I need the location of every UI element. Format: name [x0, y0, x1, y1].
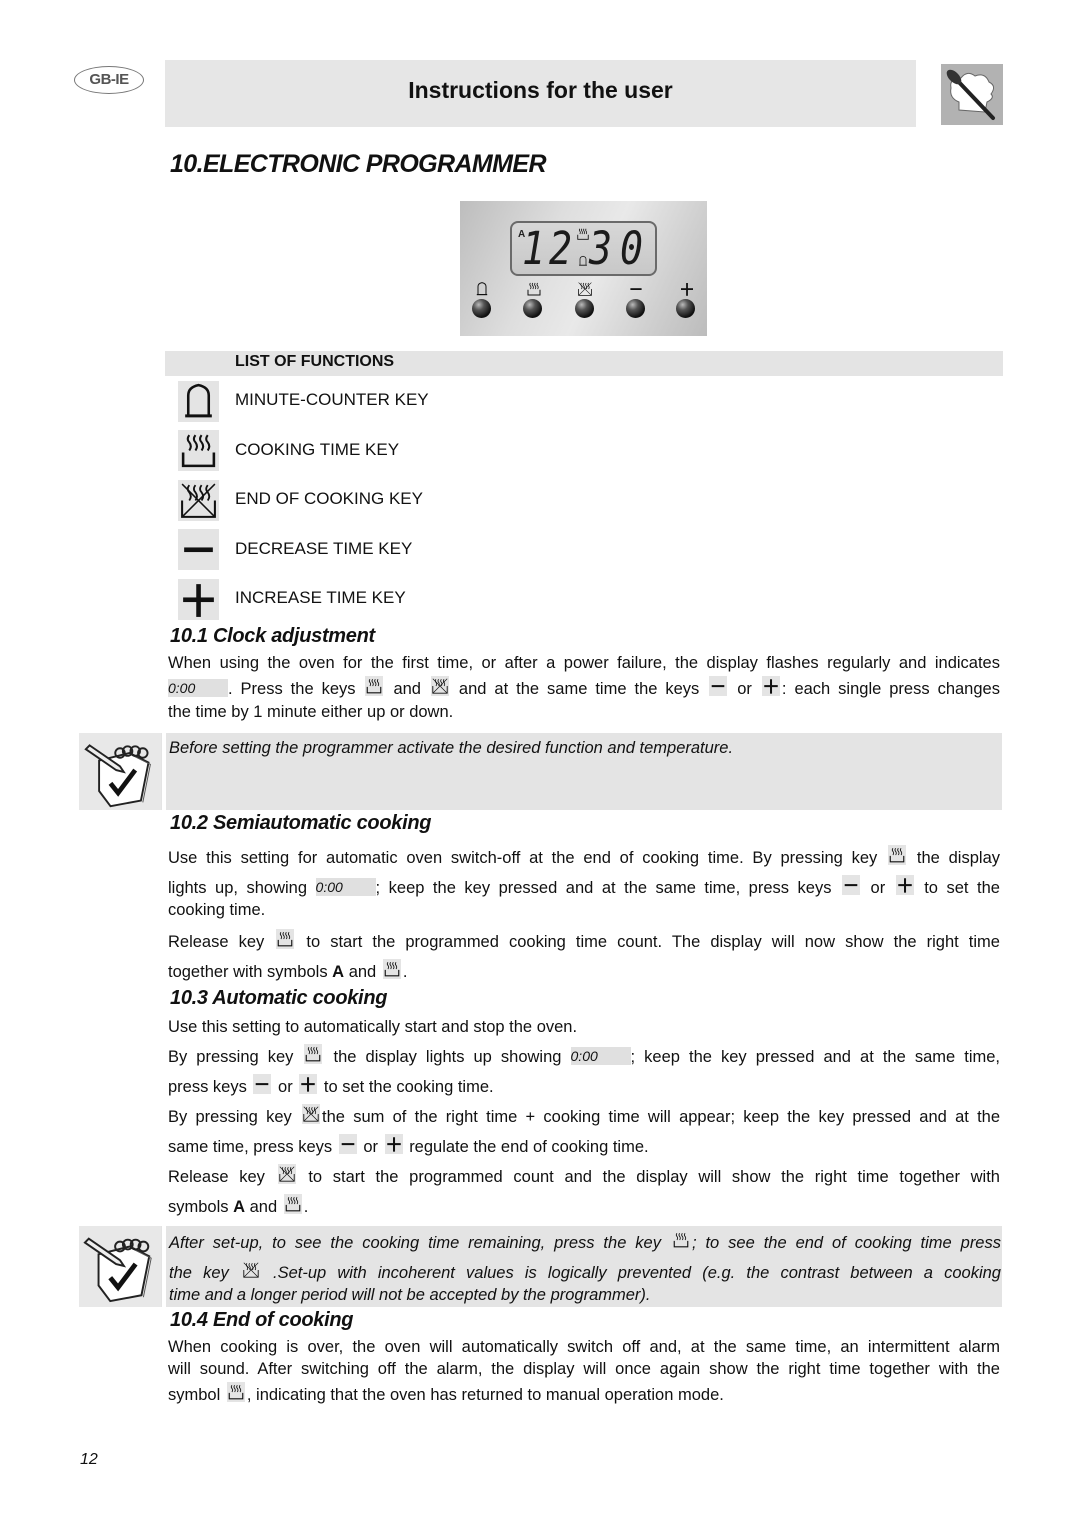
text-line: When using the oven for the first time, … — [168, 654, 1000, 672]
functions-header: LIST OF FUNCTIONS — [165, 351, 1003, 376]
cooking-time-icon — [276, 929, 295, 949]
text-line: symbol , indicating that the oven has re… — [168, 1380, 1000, 1410]
cooking-time-icon — [888, 845, 907, 865]
section-heading-clock-adjustment: 10.1 Clock adjustment — [170, 625, 375, 647]
cooking-time-knob[interactable] — [523, 299, 542, 318]
display-zero-chip: 0:00 — [168, 679, 228, 697]
minute-counter-knob[interactable] — [472, 299, 491, 318]
section-heading-semiautomatic-cooking: 10.2 Semiautomatic cooking — [170, 812, 432, 834]
text-line: By pressing key the sum of the right tim… — [168, 1102, 1000, 1132]
bell-icon — [178, 381, 219, 422]
note-box: Before setting the programmer activate t… — [79, 733, 1002, 810]
automatic-cooking-text: Use this setting to automatically start … — [168, 1012, 1000, 1222]
page-title: 10.ELECTRONIC PROGRAMMER — [170, 150, 547, 178]
lcd-digit: 1 — [522, 222, 546, 275]
lcd-bell-icon — [577, 254, 589, 268]
cooking-time-icon — [382, 959, 401, 979]
lcd-cooking-time-icon — [576, 227, 590, 241]
minus-icon — [178, 529, 219, 570]
display-zero-chip: 0:00 — [315, 878, 376, 896]
text-line: Release key to start the programmed coun… — [168, 1162, 1000, 1192]
cooking-time-icon — [671, 1230, 690, 1250]
lcd-digit: 2 — [549, 222, 573, 275]
lcd-digit: 3 — [589, 222, 613, 275]
programmer-panel-image: A 1 2 3 0 — [460, 201, 707, 336]
plus-icon — [178, 579, 219, 620]
display-zero-chip: 0:00 — [570, 1047, 631, 1065]
text-line: By pressing key the display lights up sh… — [168, 1042, 1000, 1072]
language-badge: GB-IE — [74, 66, 144, 94]
text-line: Release key to start the programmed cook… — [168, 927, 1000, 957]
minus-icon — [338, 1134, 357, 1154]
notepad-icon — [79, 733, 161, 810]
text-line: same time, press keys or regulate the en… — [168, 1132, 1000, 1162]
bell-icon — [472, 281, 492, 297]
plus-icon — [677, 281, 697, 297]
minus-icon — [253, 1074, 272, 1094]
semiautomatic-cooking-text: Use this setting for automatic oven swit… — [168, 843, 1000, 987]
chef-hat-spoon-icon — [941, 64, 1003, 125]
minus-icon — [842, 875, 860, 895]
end-of-cooking-icon — [241, 1260, 260, 1280]
increase-knob[interactable] — [676, 299, 695, 318]
section-heading-automatic-cooking: 10.3 Automatic cooking — [170, 987, 388, 1009]
cooking-time-icon — [304, 1044, 323, 1064]
function-label: MINUTE-COUNTER KEY — [235, 390, 429, 409]
function-label: END OF COOKING KEY — [235, 489, 423, 508]
end-of-cooking-icon — [178, 480, 219, 521]
text-line: symbols A and . — [168, 1192, 1000, 1222]
page-number: 12 — [80, 1451, 98, 1468]
functions-header-label: LIST OF FUNCTIONS — [235, 353, 395, 370]
text-line: lights up, showing 0:00; keep the key pr… — [168, 873, 1000, 899]
text-line: the time by 1 minute either up or down. — [168, 703, 454, 721]
page-header: Instructions for the user — [165, 60, 916, 127]
note-box: After set-up, to see the cooking time re… — [79, 1226, 1002, 1307]
plus-icon — [761, 676, 780, 696]
text-line: together with symbols A and . — [168, 957, 1000, 987]
text-line: cooking time. — [168, 901, 266, 919]
minus-icon — [709, 676, 728, 696]
plus-icon — [299, 1074, 318, 1094]
cooking-time-icon — [283, 1194, 302, 1214]
lcd-display: A 1 2 3 0 — [510, 221, 657, 276]
text-line: Use this setting for automatic oven swit… — [168, 843, 1000, 873]
note-text: Before setting the programmer activate t… — [169, 739, 734, 757]
decrease-knob[interactable] — [626, 299, 645, 318]
function-label: COOKING TIME KEY — [235, 440, 400, 459]
key-row — [460, 279, 707, 329]
cooking-time-icon — [226, 1382, 245, 1402]
lcd-digit: 0 — [620, 222, 644, 275]
cooking-time-icon — [524, 281, 544, 297]
text-line: Use this setting to automatically start … — [168, 1018, 578, 1036]
header-title: Instructions for the user — [408, 77, 673, 103]
end-of-cooking-text: When cooking is over, the oven will auto… — [168, 1336, 1000, 1410]
end-of-cooking-knob[interactable] — [575, 299, 594, 318]
cooking-time-icon — [365, 676, 384, 696]
text-line: press keys or to set the cooking time. — [168, 1072, 1000, 1102]
section-heading-end-of-cooking: 10.4 End of cooking — [170, 1309, 354, 1331]
plus-icon — [895, 875, 914, 895]
end-of-cooking-icon — [575, 281, 595, 297]
cooking-time-icon — [178, 430, 219, 471]
text-line: will sound. After switching off the alar… — [168, 1360, 1000, 1378]
end-of-cooking-icon — [302, 1104, 321, 1124]
end-of-cooking-icon — [277, 1164, 296, 1184]
notepad-icon — [79, 1226, 161, 1307]
text-line: 0:00. Press the keys and and at the same… — [168, 674, 1000, 701]
minus-icon — [626, 281, 646, 297]
function-label: INCREASE TIME KEY — [235, 588, 406, 607]
function-label: DECREASE TIME KEY — [235, 539, 413, 558]
end-of-cooking-icon — [430, 676, 449, 696]
note-text: After set-up, to see the cooking time re… — [169, 1228, 1001, 1306]
plus-icon — [384, 1134, 403, 1154]
clock-adjustment-text: When using the oven for the first time, … — [168, 652, 1000, 723]
text-line: When cooking is over, the oven will auto… — [168, 1338, 1000, 1356]
